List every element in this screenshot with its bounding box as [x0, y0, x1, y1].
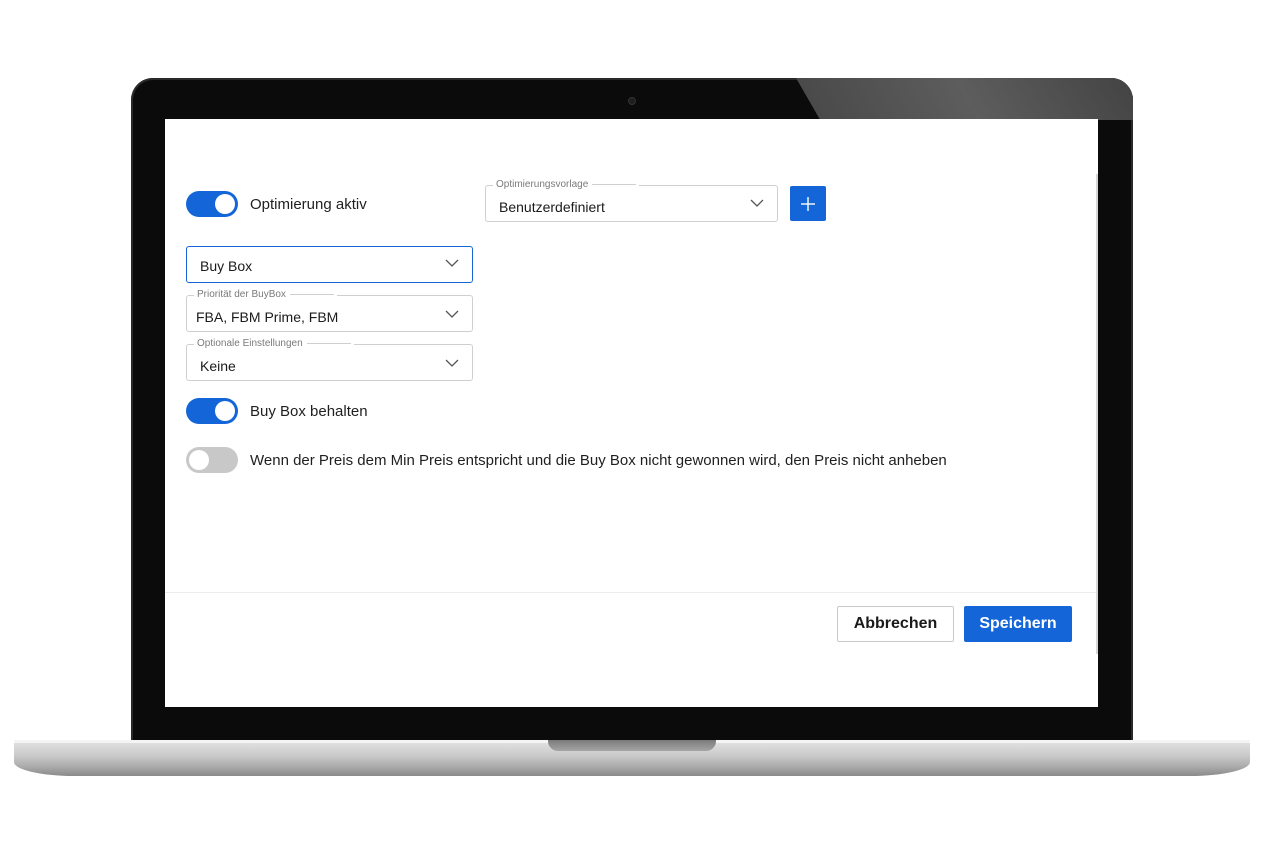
- keep-buybox-toggle[interactable]: [186, 398, 238, 424]
- footer-divider: [165, 592, 1096, 593]
- save-button[interactable]: Speichern: [964, 606, 1072, 642]
- no-raise-label: Wenn der Preis dem Min Preis entspricht …: [250, 452, 947, 469]
- keep-buybox-label: Buy Box behalten: [250, 403, 368, 420]
- chevron-down-icon: [445, 359, 459, 367]
- chevron-down-icon: [445, 310, 459, 318]
- optimization-toggle-label: Optimierung aktiv: [250, 196, 367, 213]
- buybox-priority-value: FBA, FBM Prime, FBM: [196, 309, 339, 325]
- buybox-priority-legend: Priorität der BuyBox: [194, 289, 337, 300]
- optional-settings-value: Keine: [200, 358, 236, 374]
- strategy-select[interactable]: Buy Box: [186, 246, 473, 283]
- chevron-down-icon: [445, 259, 459, 267]
- toggle-knob: [215, 401, 235, 421]
- optional-settings-select[interactable]: Optionale Einstellungen Keine: [186, 338, 473, 381]
- template-select[interactable]: Optimierungsvorlage Benutzerdefiniert: [485, 179, 778, 222]
- plus-icon: [801, 197, 815, 211]
- optional-settings-legend: Optionale Einstellungen: [194, 338, 354, 349]
- cancel-button[interactable]: Abbrechen: [837, 606, 954, 642]
- strategy-select-value: Buy Box: [200, 258, 253, 274]
- no-raise-toggle[interactable]: [186, 447, 238, 473]
- scrollbar[interactable]: [1096, 174, 1098, 654]
- toggle-knob: [215, 194, 235, 214]
- laptop-notch: [548, 740, 716, 751]
- add-template-button[interactable]: [790, 186, 826, 221]
- toggle-knob: [189, 450, 209, 470]
- lid-glare: [796, 78, 1133, 120]
- buybox-priority-select[interactable]: Priorität der BuyBox FBA, FBM Prime, FBM: [186, 289, 473, 332]
- camera-icon: [628, 97, 636, 105]
- optimization-toggle[interactable]: [186, 191, 238, 217]
- template-select-legend: Optimierungsvorlage: [493, 179, 640, 190]
- settings-dialog: Optimierung aktiv Optimierungsvorlage Be…: [165, 119, 1098, 707]
- chevron-down-icon: [750, 199, 764, 207]
- template-select-value: Benutzerdefiniert: [499, 199, 605, 215]
